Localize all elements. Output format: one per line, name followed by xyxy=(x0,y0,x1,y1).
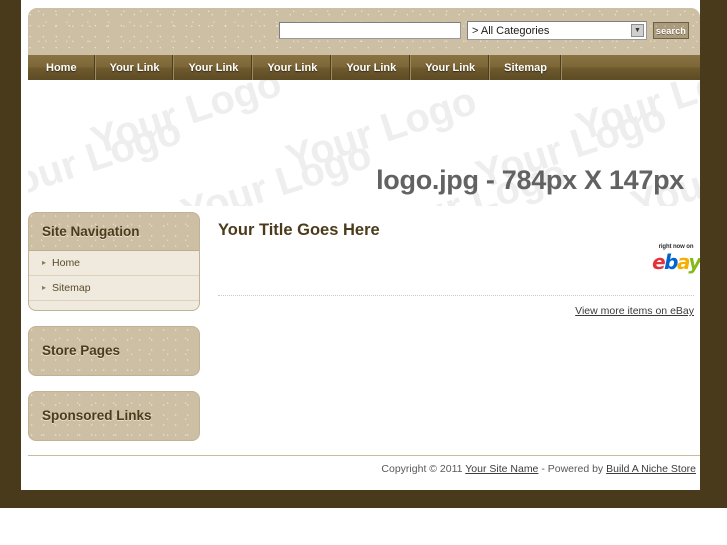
page-body: Site Navigation ▸ Home ▸ Sitemap Store P… xyxy=(28,206,700,490)
footer-divider xyxy=(28,455,700,456)
site-name-link[interactable]: Your Site Name xyxy=(465,463,538,475)
copyright-prefix: Copyright © 2011 xyxy=(381,463,466,475)
build-a-niche-store-link[interactable]: Build A Niche Store xyxy=(606,463,696,475)
ebay-logo-icon: ebay xyxy=(652,250,700,274)
footer-middle-text: - Powered by xyxy=(538,463,607,475)
nav-item-link-1[interactable]: Your Link xyxy=(96,55,175,80)
nav-item-sitemap[interactable]: Sitemap xyxy=(490,55,562,80)
sidebar-heading-store-pages: Store Pages xyxy=(42,343,121,358)
nav-item-link-2[interactable]: Your Link xyxy=(174,55,254,80)
triangle-right-icon: ▸ xyxy=(42,258,47,267)
nav-item-link-3[interactable]: Your Link xyxy=(253,55,333,80)
search-input[interactable] xyxy=(279,22,461,39)
category-select[interactable]: > All Categories ▼ xyxy=(467,21,647,40)
sidebar-heading-site-navigation: Site Navigation xyxy=(42,224,140,239)
logo-placeholder: Your Logo Your Logo Your Logo Your Logo … xyxy=(28,80,700,206)
page-outer-frame: > All Categories ▼ search Home Your Link… xyxy=(0,0,727,508)
ebay-badge[interactable]: right now on ebay xyxy=(650,244,700,272)
sidebar-item-label: Sitemap xyxy=(52,282,91,294)
sidebar-item-label: Home xyxy=(52,257,81,269)
sidebar-item-sitemap[interactable]: ▸ Sitemap xyxy=(29,276,199,301)
sidebar-link-list: ▸ Home ▸ Sitemap xyxy=(29,250,199,310)
sidebar-heading-sponsored-links: Sponsored Links xyxy=(42,408,152,423)
nav-item-home[interactable]: Home xyxy=(28,55,96,80)
footer-copyright: Copyright © 2011 Your Site Name - Powere… xyxy=(381,463,696,475)
sidebar-box-store-pages[interactable]: Store Pages xyxy=(28,326,200,376)
sidebar-item-home[interactable]: ▸ Home xyxy=(29,251,199,276)
search-button[interactable]: search xyxy=(653,22,689,39)
search-bar: > All Categories ▼ search xyxy=(279,21,689,40)
content-divider xyxy=(218,295,694,296)
triangle-right-icon: ▸ xyxy=(42,283,47,292)
page-title: Your Title Goes Here xyxy=(218,221,380,239)
nav-item-link-4[interactable]: Your Link xyxy=(332,55,412,80)
view-more-items-link[interactable]: View more items on eBay xyxy=(575,305,694,317)
sidebar: Site Navigation ▸ Home ▸ Sitemap Store P… xyxy=(28,212,200,456)
chevron-down-icon[interactable]: ▼ xyxy=(631,24,644,37)
logo-watermark: Your Logo xyxy=(85,80,287,164)
main-navigation: Home Your Link Your Link Your Link Your … xyxy=(28,55,700,80)
page-content-wrapper: > All Categories ▼ search Home Your Link… xyxy=(21,0,700,490)
logo-caption: logo.jpg - 784px X 147px xyxy=(376,165,684,195)
site-header-band: > All Categories ▼ search xyxy=(28,8,700,55)
main-content: Your Title Goes Here right now on ebay V… xyxy=(213,206,700,490)
sidebar-box-site-navigation: Site Navigation ▸ Home ▸ Sitemap xyxy=(28,212,200,311)
sidebar-box-sponsored-links[interactable]: Sponsored Links xyxy=(28,391,200,441)
category-select-value: > All Categories xyxy=(472,24,550,37)
nav-item-link-5[interactable]: Your Link xyxy=(411,55,491,80)
